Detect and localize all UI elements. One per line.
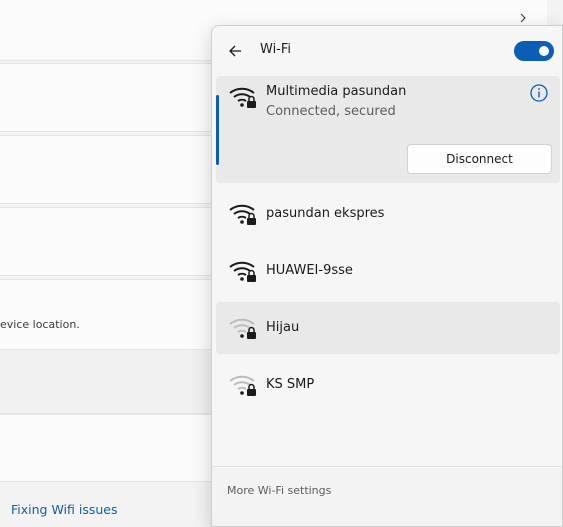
network-item-hijau[interactable]: Hijau bbox=[216, 302, 560, 354]
network-item-ks-smp[interactable]: KS SMP bbox=[216, 359, 560, 411]
selection-indicator bbox=[216, 95, 219, 165]
info-icon[interactable] bbox=[529, 83, 549, 103]
wifi-secured-icon bbox=[229, 204, 256, 225]
disconnect-button[interactable]: Disconnect bbox=[407, 144, 552, 174]
flyout-title: Wi-Fi bbox=[260, 42, 292, 57]
chevron-right-icon bbox=[520, 13, 526, 23]
network-list: Multimedia pasundan Connected, secured D… bbox=[216, 76, 562, 416]
wifi-flyout: Wi-Fi Multimedia pasundan Connected, sec… bbox=[211, 25, 563, 527]
network-item-pasundan-ekspres[interactable]: pasundan ekspres bbox=[216, 188, 560, 240]
flyout-footer: More Wi-Fi settings bbox=[212, 466, 562, 526]
network-item-huawei-9sse[interactable]: HUAWEI-9sse bbox=[216, 245, 560, 297]
back-arrow-icon[interactable] bbox=[226, 41, 246, 61]
network-name: HUAWEI-9sse bbox=[266, 263, 353, 278]
wifi-secured-icon bbox=[229, 261, 256, 282]
network-name: Hijau bbox=[266, 320, 300, 335]
fixing-wifi-link[interactable]: Fixing Wifi issues bbox=[11, 502, 117, 517]
wifi-weak-secured-icon bbox=[229, 318, 256, 339]
network-name: KS SMP bbox=[266, 377, 315, 392]
network-status: Connected, secured bbox=[266, 104, 396, 119]
network-item-multimedia-pasundan[interactable]: Multimedia pasundan Connected, secured D… bbox=[216, 76, 560, 183]
network-name: pasundan ekspres bbox=[266, 206, 385, 221]
wifi-toggle[interactable] bbox=[514, 41, 554, 61]
network-name: Multimedia pasundan bbox=[266, 84, 407, 99]
more-wifi-settings-link[interactable]: More Wi-Fi settings bbox=[227, 484, 331, 497]
wifi-weak-secured-icon bbox=[229, 375, 256, 396]
wifi-secured-icon bbox=[229, 87, 256, 108]
flyout-header: Wi-Fi bbox=[212, 26, 562, 76]
location-description: evice location. bbox=[0, 318, 80, 331]
toggle-knob bbox=[539, 46, 549, 56]
